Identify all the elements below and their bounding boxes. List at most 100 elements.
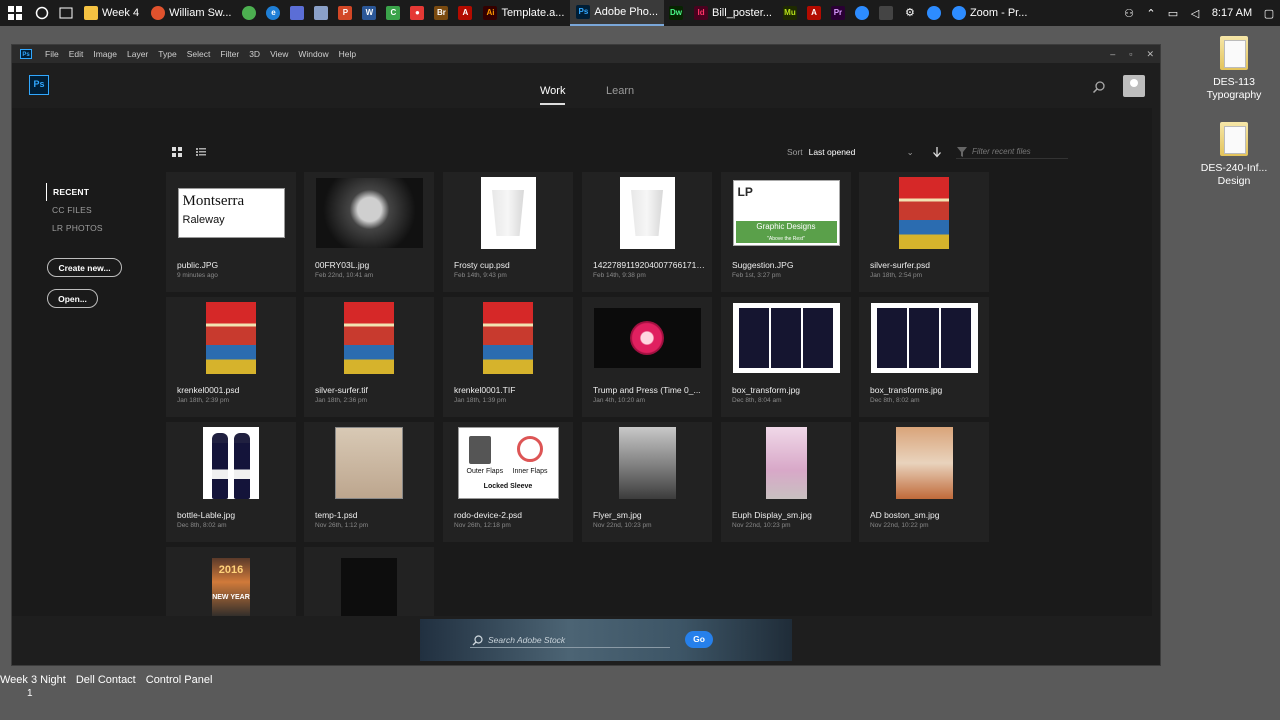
edge-icon[interactable]: e	[261, 0, 285, 26]
app-icon[interactable]	[922, 0, 946, 26]
file-name: public.JPG	[177, 260, 219, 270]
muse-icon[interactable]: Mu	[778, 0, 802, 26]
calculator-icon[interactable]	[874, 0, 898, 26]
minimize-icon[interactable]: –	[1110, 49, 1115, 59]
photoshop-app-icon[interactable]: Ps	[20, 49, 32, 59]
word-icon[interactable]: W	[357, 0, 381, 26]
premiere-icon[interactable]: Pr	[826, 0, 850, 26]
taskbar-item-week4[interactable]: Week 4	[78, 0, 145, 26]
menu-layer[interactable]: Layer	[122, 49, 153, 59]
acrobat-icon[interactable]: A	[453, 0, 477, 26]
file-card[interactable]: Trump and Press (Time 0_... Jan 4th, 10:2…	[582, 297, 712, 417]
sidebar-item-lr-photos[interactable]: LR PHOTOS	[46, 219, 109, 237]
task-view-icon[interactable]	[54, 0, 78, 26]
file-card[interactable]: Euph Display_sm.jpg Nov 22nd, 10:23 pm	[721, 422, 851, 542]
file-thumbnail	[443, 301, 573, 375]
grid-view-icon[interactable]	[172, 147, 182, 157]
search-icon[interactable]	[1092, 80, 1106, 94]
file-card[interactable]: LP Graphic Designs "Above the Rest" Suggest…	[721, 172, 851, 292]
taskbar-item-illustrator[interactable]: Ai Template.a...	[477, 0, 570, 26]
bridge-icon[interactable]: Br	[429, 0, 453, 26]
file-date: Dec 8th, 8:02 am	[177, 522, 227, 529]
file-card[interactable]: krenkel0001.TIF Jan 18th, 1:39 pm	[443, 297, 573, 417]
taskbar-item-photoshop[interactable]: Ps Adobe Pho...	[570, 0, 665, 26]
close-icon[interactable]: ✕	[1146, 49, 1154, 60]
file-name: AD boston_sm.jpg	[870, 510, 940, 520]
file-card[interactable]: Frosty cup.psd Feb 14th, 9:43 pm	[443, 172, 573, 292]
chevron-up-icon[interactable]: ⌃	[1140, 7, 1162, 20]
desktop-label[interactable]: Control Panel	[146, 674, 213, 686]
stock-go-button[interactable]: Go	[685, 631, 713, 648]
file-thumbnail	[859, 426, 989, 500]
menu-window[interactable]: Window	[293, 49, 333, 59]
menu-help[interactable]: Help	[334, 49, 361, 59]
file-card[interactable]: silver-surfer.psd Jan 18th, 2:54 pm	[859, 172, 989, 292]
system-tray: ⚇ ⌃ ▭ ◁ 8:17 AM ▢	[1118, 0, 1280, 26]
file-card[interactable]: 00FRY03L.jpg Feb 22nd, 10:41 am	[304, 172, 434, 292]
app-icon[interactable]	[850, 0, 874, 26]
file-card[interactable]: Montserra Raleway public.JPG 9 minutes ago	[166, 172, 296, 292]
desktop-label[interactable]: Dell Contact	[76, 674, 136, 686]
notification-icon[interactable]: ▢	[1258, 7, 1280, 20]
cortana-icon[interactable]	[30, 0, 54, 26]
app-icon[interactable]: C	[381, 0, 405, 26]
tab-work[interactable]: Work	[540, 85, 566, 105]
taskbar-item-indesign[interactable]: Id Bill_poster...	[688, 0, 778, 26]
battery-icon[interactable]: ▭	[1162, 7, 1184, 20]
file-date: Nov 26th, 12:18 pm	[454, 522, 511, 529]
powerpoint-icon[interactable]: P	[333, 0, 357, 26]
avatar[interactable]	[1123, 75, 1145, 97]
file-card[interactable]: krenkel0001.psd Jan 18th, 2:39 pm	[166, 297, 296, 417]
filter-input[interactable]: Filter recent files	[956, 145, 1068, 159]
chevron-down-icon[interactable]: ⌄	[907, 147, 914, 158]
taskbar-item-zoom[interactable]: Zoom - Pr...	[946, 0, 1033, 26]
desktop-folder-des240[interactable]: DES-240-Inf... Design	[1194, 122, 1274, 188]
tab-learn[interactable]: Learn	[606, 85, 634, 97]
create-new-button[interactable]: Create new...	[47, 258, 122, 277]
filter-icon	[957, 147, 967, 157]
open-button[interactable]: Open...	[47, 289, 98, 308]
file-card[interactable]: silver-surfer.tif Jan 18th, 2:36 pm	[304, 297, 434, 417]
file-card[interactable]: AD boston_sm.jpg Nov 22nd, 10:22 pm	[859, 422, 989, 542]
menu-file[interactable]: File	[40, 49, 64, 59]
file-card[interactable]: 1422789119204007766171q... Feb 14th, 9:38…	[582, 172, 712, 292]
sidebar-item-recent[interactable]: RECENT	[46, 183, 109, 201]
acrobat-icon[interactable]: A	[802, 0, 826, 26]
menu-filter[interactable]: Filter	[215, 49, 244, 59]
sidebar-item-cc-files[interactable]: CC FILES	[46, 201, 109, 219]
file-card[interactable]: box_transform.jpg Dec 8th, 8:04 am	[721, 297, 851, 417]
menu-edit[interactable]: Edit	[64, 49, 89, 59]
desktop-folder-des113[interactable]: DES-113 Typography	[1194, 36, 1274, 102]
dreamweaver-icon[interactable]: Dw	[664, 0, 688, 26]
maximize-icon[interactable]: ▫	[1129, 49, 1132, 59]
file-card[interactable]: 2016 NEW YEAR	[166, 547, 296, 616]
settings-icon[interactable]: ⚙	[898, 0, 922, 26]
stock-search-input[interactable]: Search Adobe Stock	[470, 632, 670, 648]
menu-type[interactable]: Type	[153, 49, 181, 59]
list-view-icon[interactable]	[196, 147, 206, 157]
file-card[interactable]: temp-1.psd Nov 26th, 1:12 pm	[304, 422, 434, 542]
clock[interactable]: 8:17 AM	[1206, 7, 1258, 19]
file-card[interactable]: box_transforms.jpg Dec 8th, 8:02 am	[859, 297, 989, 417]
sort-direction-icon[interactable]	[932, 146, 942, 158]
desktop-label[interactable]: Week 3 Night	[0, 674, 66, 686]
chrome-icon[interactable]	[237, 0, 261, 26]
menu-image[interactable]: Image	[88, 49, 122, 59]
file-card[interactable]: Outer Flaps Inner Flaps Locked Sleeve rodo-…	[443, 422, 573, 542]
app-icon[interactable]: ●	[405, 0, 429, 26]
photoshop-logo: Ps	[29, 75, 49, 95]
menu-3d[interactable]: 3D	[244, 49, 265, 59]
volume-icon[interactable]: ◁	[1184, 7, 1206, 20]
windows-start-icon[interactable]	[0, 0, 30, 26]
file-card[interactable]	[304, 547, 434, 616]
menu-view[interactable]: View	[265, 49, 293, 59]
file-name: silver-surfer.psd	[870, 260, 930, 270]
file-card[interactable]: bottle-Lable.jpg Dec 8th, 8:02 am	[166, 422, 296, 542]
people-icon[interactable]: ⚇	[1118, 7, 1140, 20]
menu-select[interactable]: Select	[182, 49, 216, 59]
file-card[interactable]: Flyer_sm.jpg Nov 22nd, 10:23 pm	[582, 422, 712, 542]
taskbar-item-firefox[interactable]: William Sw...	[145, 0, 237, 26]
app-icon[interactable]	[309, 0, 333, 26]
sort-dropdown[interactable]: Last opened	[809, 147, 901, 157]
app-icon[interactable]	[285, 0, 309, 26]
